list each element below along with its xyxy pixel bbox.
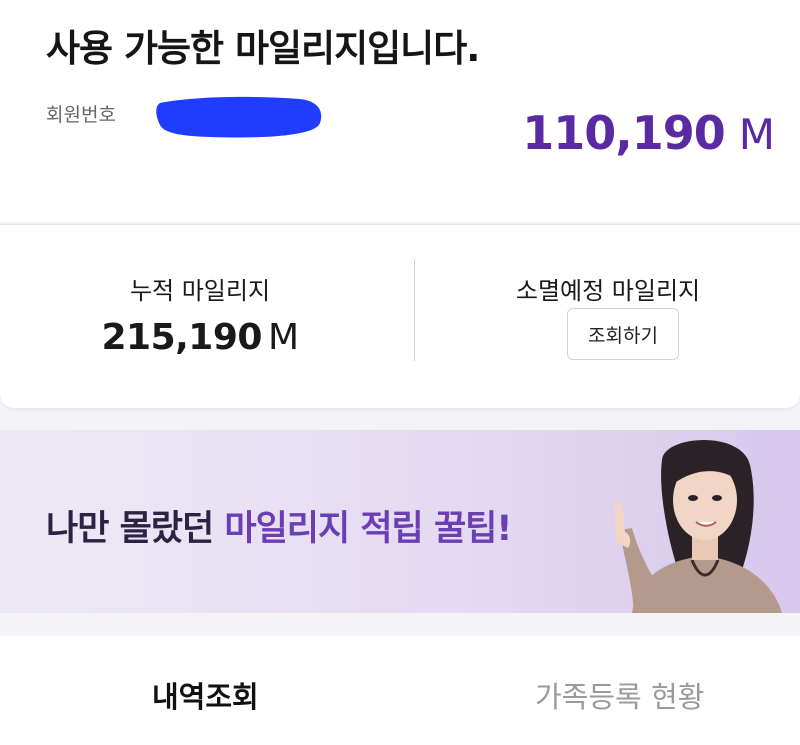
member-number-redaction [156, 96, 322, 138]
banner-text-prefix: 나만 몰랐던 [46, 509, 225, 549]
tab-family-registration[interactable]: 가족등록 현황 [535, 674, 704, 716]
lookup-button[interactable]: 조회하기 [567, 308, 679, 360]
banner-model-image [614, 440, 782, 613]
banner-text: 나만 몰랐던 마일리지 적립 꿀팁! [46, 500, 512, 551]
member-number-label: 회원번호 [46, 104, 116, 126]
available-mileage-balance: 110,190 M [522, 106, 775, 160]
accumulated-mileage-label: 누적 마일리지 [129, 277, 271, 305]
accumulated-mileage-value: 215,190 [101, 317, 262, 358]
page-title: 사용 가능한 마일리지입니다. [46, 27, 480, 70]
expiring-mileage: 소멸예정 마일리지 조회하기 [416, 225, 800, 408]
accumulated-mileage: 누적 마일리지 215,190 M [0, 225, 400, 408]
accumulated-mileage-value-row: 215,190 M [0, 317, 400, 358]
banner-text-highlight: 마일리지 적립 꿀팁! [224, 509, 512, 549]
accumulated-mileage-unit: M [267, 317, 299, 358]
tab-history[interactable]: 내역조회 [152, 674, 259, 716]
expiring-mileage-label: 소멸예정 마일리지 [515, 277, 701, 305]
mileage-summary-card: 누적 마일리지 215,190 M 소멸예정 마일리지 조회하기 [0, 224, 800, 408]
mileage-header: 사용 가능한 마일리지입니다. 회원번호 110,190 M [0, 0, 800, 222]
balance-value: 110,190 [522, 106, 726, 160]
balance-unit: M [738, 110, 775, 159]
history-tabs: 내역조회 가족등록 현황 [0, 636, 800, 745]
summary-divider [414, 259, 415, 361]
mileage-tips-banner[interactable]: 나만 몰랐던 마일리지 적립 꿀팁! [0, 430, 800, 613]
